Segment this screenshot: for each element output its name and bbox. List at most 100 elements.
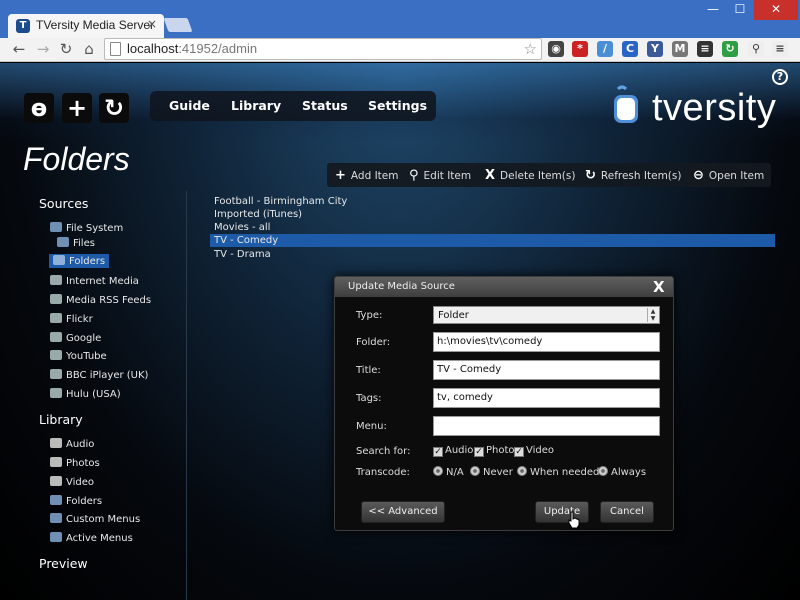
sidebar-item-photos[interactable]: Photos xyxy=(50,457,100,469)
menu-label: Menu: xyxy=(356,421,387,432)
action-toolbar: + Add Item ⚲ Edit Item X Delete Item(s) ↻ Re… xyxy=(327,163,771,187)
browser-window: T TVersity Media Server × — ☐ ✕ ← → ↻ ⌂ … xyxy=(0,0,800,600)
nav-status[interactable]: Status xyxy=(302,98,348,113)
transcode-na-radio[interactable]: N/A xyxy=(433,466,464,478)
folder-icon xyxy=(53,255,65,265)
search-video-checkbox[interactable]: ✓ Video xyxy=(514,445,554,457)
spinner-arrows-icon: ▲ ▼ xyxy=(647,308,658,322)
close-window-button[interactable]: ✕ xyxy=(754,0,798,20)
nav-settings[interactable]: Settings xyxy=(368,98,427,113)
sidebar-item-internet-media[interactable]: Internet Media xyxy=(50,275,139,287)
preview-heading: Preview xyxy=(39,556,88,571)
menu-icon[interactable]: ≡ xyxy=(772,41,788,57)
magnifier-edit-icon: ⚲ xyxy=(409,168,419,183)
home-icon[interactable]: ⌂ xyxy=(80,39,98,59)
magnifier-icon[interactable]: ⚲ xyxy=(748,41,764,57)
new-tab-button[interactable] xyxy=(163,18,193,32)
sidebar-item-library-folders[interactable]: Folders xyxy=(50,495,102,507)
folder-row[interactable]: TV - Drama xyxy=(210,248,775,261)
stack-extension-icon[interactable]: ≡ xyxy=(697,41,713,57)
title-input[interactable]: TV - Comedy xyxy=(433,360,660,380)
search-photo-checkbox[interactable]: ✓ Photo xyxy=(474,445,515,457)
address-bar[interactable]: localhost:41952/admin ☆ xyxy=(104,38,542,60)
tab-close-icon[interactable]: × xyxy=(147,17,157,31)
tags-input[interactable]: tv, comedy xyxy=(433,388,660,408)
dialog-title: Update Media Source xyxy=(348,281,455,292)
add-icon[interactable]: + xyxy=(62,93,92,123)
power-icon[interactable]: ɵ xyxy=(24,93,54,123)
video-icon xyxy=(50,476,62,486)
cancel-button[interactable]: Cancel xyxy=(600,501,654,523)
sidebar-item-google[interactable]: Google xyxy=(50,332,101,344)
feed-icon xyxy=(50,313,62,323)
sidebar-item-folders[interactable]: Folders xyxy=(49,254,110,268)
open-item-button[interactable]: ⊖ Open Item xyxy=(693,168,764,183)
advanced-button[interactable]: << Advanced xyxy=(361,501,445,523)
tversity-admin-page: ɵ + ↻ Guide Library Status Settings tver… xyxy=(0,63,800,600)
checkbox-checked-icon: ✓ xyxy=(474,447,484,457)
menu-input[interactable] xyxy=(433,416,660,436)
pen-extension-icon[interactable]: / xyxy=(597,41,613,57)
sidebar-item-youtube[interactable]: YouTube xyxy=(50,350,107,362)
minimize-button[interactable]: — xyxy=(700,0,726,20)
refresh-icon[interactable]: ↻ xyxy=(99,93,129,123)
sidebar-item-video[interactable]: Video xyxy=(50,476,94,488)
transcode-never-radio[interactable]: Never xyxy=(470,466,513,478)
bookmark-star-icon[interactable]: ☆ xyxy=(524,40,537,58)
forward-arrow-icon[interactable]: → xyxy=(34,39,52,59)
feed-icon xyxy=(50,350,62,360)
audio-icon xyxy=(50,438,62,448)
edit-item-button[interactable]: ⚲ Edit Item xyxy=(409,168,471,183)
title-bar: T TVersity Media Server × — ☐ ✕ xyxy=(0,0,800,38)
x-icon: X xyxy=(485,168,496,183)
maximize-button[interactable]: ☐ xyxy=(727,0,753,20)
sidebar-item-hulu[interactable]: Hulu (USA) xyxy=(50,388,121,400)
folder-row[interactable]: Movies - all xyxy=(210,221,775,234)
sidebar-item-media-rss-feeds[interactable]: Media RSS Feeds xyxy=(50,294,151,306)
reload-icon[interactable]: ↻ xyxy=(57,39,75,59)
sources-heading: Sources xyxy=(39,196,89,211)
type-label: Type: xyxy=(356,310,383,321)
sidebar-item-flickr[interactable]: Flickr xyxy=(50,313,93,325)
folder-input[interactable]: h:\movies\tv\comedy xyxy=(433,332,660,352)
menu-icon xyxy=(50,532,62,542)
tversity-logo-icon xyxy=(614,85,638,123)
folder-icon xyxy=(50,222,62,232)
transcode-when-needed-radio[interactable]: When needed xyxy=(517,466,599,478)
sidebar-item-bbc-iplayer[interactable]: BBC iPlayer (UK) xyxy=(50,369,148,381)
sidebar-item-active-menus[interactable]: Active Menus xyxy=(50,532,133,544)
sidebar-item-audio[interactable]: Audio xyxy=(50,438,94,450)
back-arrow-icon[interactable]: ← xyxy=(10,39,28,59)
sidebar-item-file-system[interactable]: File System xyxy=(50,222,123,234)
page-title: Folders xyxy=(23,141,130,177)
browser-toolbar: ← → ↻ ⌂ localhost:41952/admin ☆ ◉ * / C … xyxy=(0,38,800,62)
refresh-items-button[interactable]: ↻ Refresh Item(s) xyxy=(585,168,681,183)
tags-label: Tags: xyxy=(356,393,382,404)
mail-extension-icon[interactable]: M xyxy=(672,41,688,57)
browser-tab[interactable]: T TVersity Media Server × xyxy=(8,14,164,38)
nav-guide[interactable]: Guide xyxy=(169,98,210,113)
y-extension-icon[interactable]: Y xyxy=(647,41,663,57)
add-item-button[interactable]: + Add Item xyxy=(335,168,398,183)
help-icon[interactable]: ? xyxy=(772,69,788,85)
delete-items-button[interactable]: X Delete Item(s) xyxy=(485,168,575,183)
search-audio-checkbox[interactable]: ✓ Audio xyxy=(433,445,473,457)
dialog-title-bar[interactable]: Update Media Source X xyxy=(335,277,673,297)
sidebar-item-custom-menus[interactable]: Custom Menus xyxy=(50,513,140,525)
c-extension-icon[interactable]: C xyxy=(622,41,638,57)
type-select[interactable]: Folder ▲ ▼ xyxy=(433,306,660,324)
camera-extension-icon[interactable]: ◉ xyxy=(548,41,564,57)
transcode-always-radio[interactable]: Always xyxy=(598,466,646,478)
folder-row[interactable]: Imported (iTunes) xyxy=(210,208,775,221)
transcode-label: Transcode: xyxy=(356,467,410,478)
sync-extension-icon[interactable]: ↻ xyxy=(722,41,738,57)
radio-icon xyxy=(470,466,480,476)
folder-row-selected[interactable]: TV - Comedy xyxy=(210,234,775,247)
tversity-logo-text: tversity xyxy=(652,87,777,129)
lastpass-extension-icon[interactable]: * xyxy=(572,41,588,57)
nav-library[interactable]: Library xyxy=(231,98,281,113)
sidebar-item-files[interactable]: Files xyxy=(57,237,95,249)
feed-icon xyxy=(50,332,62,342)
dialog-close-icon[interactable]: X xyxy=(653,278,665,296)
folder-row[interactable]: Football - Birmingham City xyxy=(210,195,775,208)
